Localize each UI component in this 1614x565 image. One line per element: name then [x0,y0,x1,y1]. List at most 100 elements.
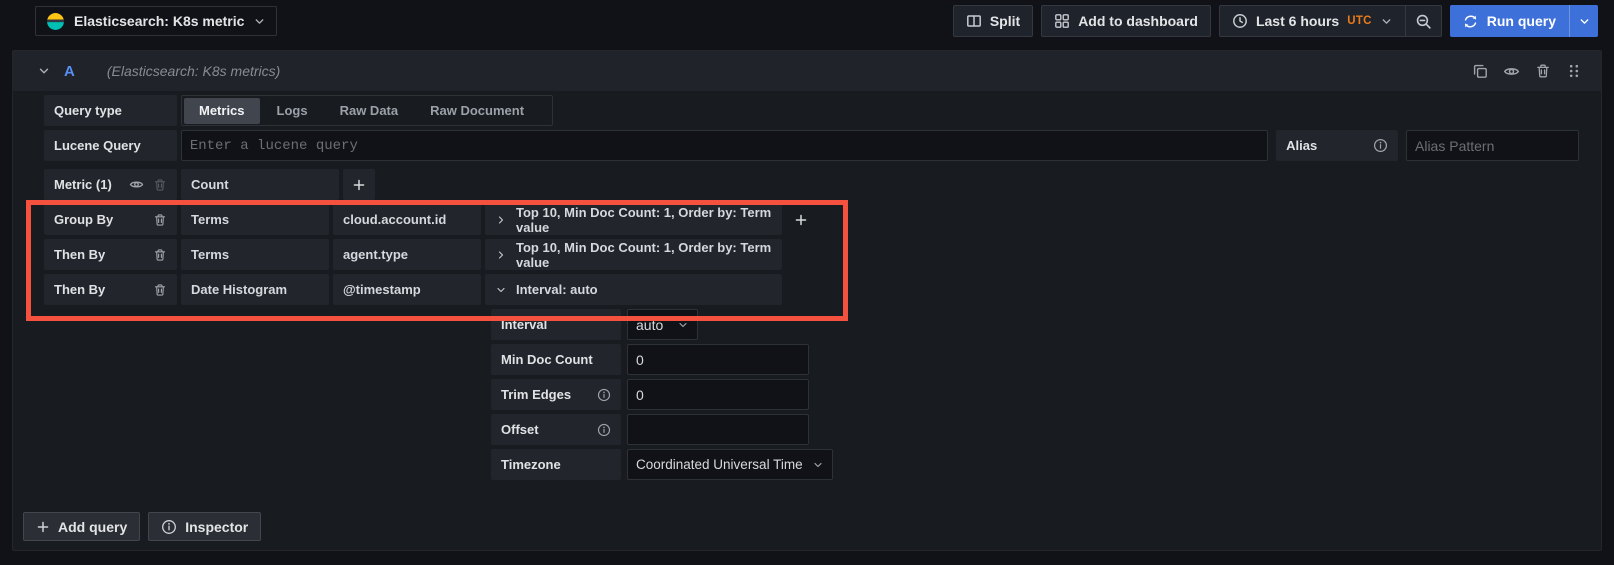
chevron-down-icon [677,319,689,331]
timezone-badge: UTC [1347,15,1372,27]
explore-toolbar: Elasticsearch: K8s metric Split Add to d… [0,0,1614,42]
trim-edges-label: Trim Edges [491,379,621,410]
min-doc-count-input[interactable] [627,344,809,375]
timezone-label: Timezone [491,449,621,480]
datasource-picker[interactable]: Elasticsearch: K8s metric [35,6,277,36]
time-range-label: Last 6 hours [1256,13,1339,29]
metric-label: Metric (1) [44,169,177,200]
aggregation-select[interactable]: Terms [181,239,329,270]
query-row-actions [1472,63,1582,80]
collapse-query-button[interactable] [37,64,51,78]
elasticsearch-logo-icon [46,12,65,31]
plus-icon [352,178,366,192]
chevron-down-icon [495,284,507,296]
interval-label: Interval [491,309,621,340]
toggle-visibility-eye-icon[interactable] [1503,63,1520,80]
duplicate-query-icon[interactable] [1472,63,1488,79]
query-type-label: Query type [44,95,177,126]
then-by-label: Then By [44,239,177,270]
interval-select[interactable]: auto [627,309,698,340]
trim-edges-input[interactable] [627,379,809,410]
field-select[interactable]: agent.type [333,239,481,270]
chevron-down-icon [1380,15,1393,28]
bucket-settings-toggle[interactable]: Top 10, Min Doc Count: 1, Order by: Term… [485,239,782,270]
metric-row: Metric (1) Count [44,169,1579,200]
offset-row: Offset [491,414,1579,445]
run-query-group: Run query [1450,5,1598,37]
query-subtitle: (Elasticsearch: K8s metrics) [107,63,280,79]
aggregation-select[interactable]: Terms [181,204,329,235]
tab-raw-document[interactable]: Raw Document [415,98,539,124]
zoom-out-time-button[interactable] [1406,5,1442,37]
query-editor-footer: Add query Inspector [23,512,261,541]
remove-group-by-trash-icon[interactable] [153,283,167,297]
interval-setting-row: Interval auto [491,309,1579,340]
run-query-dropdown-button[interactable] [1569,5,1598,37]
drag-handle-grip-icon[interactable] [1566,63,1582,79]
min-doc-count-label: Min Doc Count [491,344,621,375]
split-icon [966,13,982,29]
run-query-button[interactable]: Run query [1450,5,1569,37]
delete-query-trash-icon[interactable] [1535,63,1551,79]
query-editor-panel: A (Elasticsearch: K8s metrics) Query typ… [12,50,1602,551]
then-by-date-histogram-row: Then By Date Histogram @timestamp Interv… [44,274,1579,305]
tab-raw-data[interactable]: Raw Data [325,98,414,124]
metric-remove-trash-icon[interactable] [153,178,167,192]
split-label: Split [990,13,1020,29]
toolbar-actions: Split Add to dashboard Last 6 hours UTC [953,5,1598,37]
query-type-tabs: Metrics Logs Raw Data Raw Document [181,95,553,126]
query-ref-id: A [64,63,75,80]
inspector-button[interactable]: Inspector [148,512,261,541]
lucene-query-input[interactable] [181,130,1268,161]
search-minus-icon [1415,13,1432,30]
add-metric-button[interactable] [343,169,375,200]
info-icon[interactable] [597,388,611,402]
bucket-settings-toggle[interactable]: Top 10, Min Doc Count: 1, Order by: Term… [485,204,782,235]
then-by-label: Then By [44,274,177,305]
time-range-button[interactable]: Last 6 hours UTC [1219,5,1406,37]
chevron-down-icon [253,15,266,28]
tab-metrics[interactable]: Metrics [184,98,260,124]
offset-input[interactable] [627,414,809,445]
remove-group-by-trash-icon[interactable] [153,213,167,227]
trim-edges-row: Trim Edges [491,379,1579,410]
explore-page: Elasticsearch: K8s metric Split Add to d… [0,0,1614,565]
run-query-label: Run query [1487,13,1556,29]
plus-icon [794,213,808,227]
clock-icon [1232,13,1248,29]
field-select[interactable]: cloud.account.id [333,204,481,235]
add-group-by-button[interactable] [785,204,817,235]
query-type-row: Query type Metrics Logs Raw Data Raw Doc… [44,95,1579,126]
field-select[interactable]: @timestamp [333,274,481,305]
time-picker-group: Last 6 hours UTC [1219,5,1442,37]
chevron-down-icon [1578,15,1591,28]
group-by-row: Group By Terms cloud.account.id Top 10, … [44,204,1579,235]
remove-group-by-trash-icon[interactable] [153,248,167,262]
apps-grid-icon [1054,13,1070,29]
alias-pattern-input[interactable] [1406,130,1579,161]
bucket-settings-toggle-expanded[interactable]: Interval: auto [485,274,782,305]
add-to-dashboard-button[interactable]: Add to dashboard [1041,5,1211,37]
chevron-right-icon [495,214,507,226]
info-icon [161,519,177,535]
tab-logs[interactable]: Logs [262,98,323,124]
timezone-select[interactable]: Coordinated Universal Time [627,449,833,480]
metric-type-select[interactable]: Count [181,169,339,200]
plus-icon [36,520,50,534]
lucene-query-row: Lucene Query Alias [44,130,1579,161]
info-icon[interactable] [597,423,611,437]
lucene-query-label: Lucene Query [44,130,177,161]
metric-visibility-eye-icon[interactable] [129,177,144,192]
query-row-header: A (Elasticsearch: K8s metrics) [13,51,1601,91]
aggregation-select[interactable]: Date Histogram [181,274,329,305]
chevron-down-icon [812,459,824,471]
add-query-button[interactable]: Add query [23,512,140,541]
chevron-down-icon [37,64,51,78]
timezone-row: Timezone Coordinated Universal Time [491,449,1579,480]
offset-label: Offset [491,414,621,445]
min-doc-count-row: Min Doc Count [491,344,1579,375]
query-editor-form: Query type Metrics Logs Raw Data Raw Doc… [13,91,1601,480]
then-by-row: Then By Terms agent.type Top 10, Min Doc… [44,239,1579,270]
info-icon[interactable] [1373,138,1388,153]
split-button[interactable]: Split [953,5,1033,37]
